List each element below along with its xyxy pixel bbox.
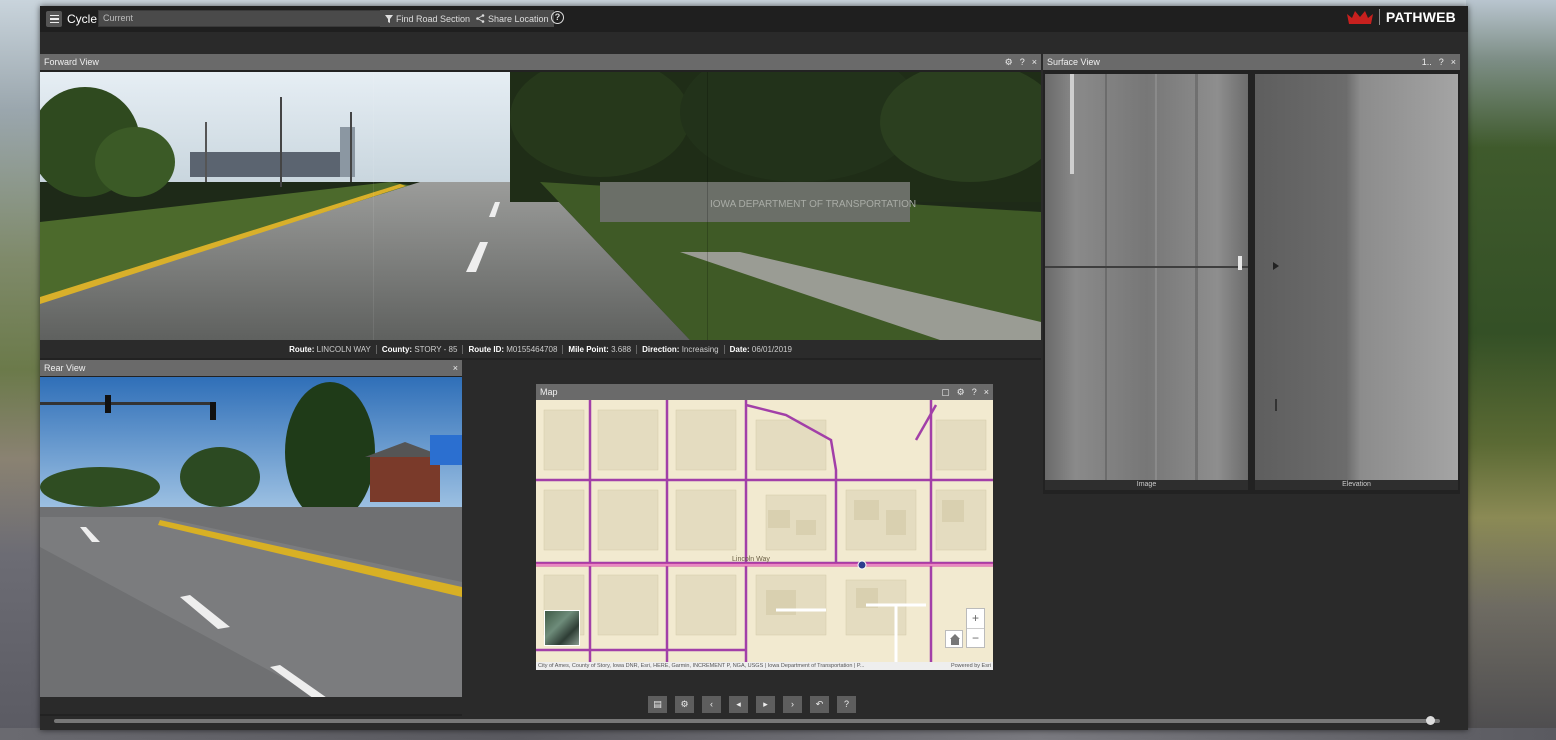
first-button[interactable]: ‹ (702, 696, 721, 713)
share-location-button[interactable]: Share Location (471, 10, 554, 27)
find-road-section-label: Find Road Section (396, 13, 471, 24)
route-value: LINCOLN WAY (316, 344, 371, 354)
prev-button[interactable]: ◂ (729, 696, 748, 713)
find-road-section-button[interactable]: Find Road Section (380, 10, 476, 27)
help-button[interactable]: ? (837, 696, 856, 713)
rear-view-title: Rear View (44, 363, 86, 373)
forward-view-help-icon[interactable]: ? (1020, 57, 1025, 68)
mile-point-label: Mile Point: (568, 344, 609, 354)
current-location-marker[interactable] (857, 560, 867, 570)
surface-view-close-icon[interactable]: × (1451, 57, 1456, 67)
last-button[interactable]: › (783, 696, 802, 713)
settings-button[interactable]: ⚙ (675, 696, 694, 713)
map-panel: Map ▢ ⚙ ? × Lincoln Way + − City of Ames… (536, 384, 993, 670)
forward-view-header: Forward View ⚙ ? × (40, 54, 1041, 70)
county-label: County: (381, 344, 413, 354)
map-attribution-text: City of Ames, County of Story, Iowa DNR,… (538, 663, 865, 669)
rear-view-panel: Rear View × (40, 360, 462, 716)
map-canvas[interactable]: Lincoln Way + − (536, 400, 993, 662)
logo-text: PATHWEB (1385, 9, 1456, 25)
rear-view-close-icon[interactable]: × (453, 363, 458, 373)
pathweb-logo: PATHWEB (1346, 9, 1456, 25)
route-label: Route: (289, 344, 315, 354)
rear-view-header: Rear View × (40, 360, 462, 376)
surface-intensity-image[interactable] (1045, 74, 1248, 480)
surface-view-help-icon[interactable]: ? (1439, 57, 1444, 67)
map-help-icon[interactable]: ? (972, 387, 977, 398)
surface-view-scale-icon[interactable]: 1.. (1422, 57, 1432, 67)
share-location-label: Share Location (488, 13, 549, 24)
date-label: Date: (729, 344, 750, 354)
zoom-in-button[interactable]: + (967, 609, 984, 629)
pavement-elevation-scan (1255, 74, 1458, 480)
map-zoom-control: + − (966, 608, 985, 648)
background-right-scenery (1466, 0, 1556, 740)
map-attribution: City of Ames, County of Story, Iowa DNR,… (536, 662, 993, 670)
surface-view-header: Surface View 1.. ? × (1043, 54, 1460, 70)
logo-divider (1378, 9, 1380, 25)
forward-view-close-icon[interactable]: × (1032, 57, 1037, 68)
route-info: Route: LINCOLN WAY (284, 344, 377, 354)
playback-controls: ▤ ⚙ ‹ ◂ ▸ › ↶ ? (648, 696, 856, 713)
basemap-toggle-thumbnail[interactable] (544, 610, 580, 646)
forward-view-info-bar: Route: LINCOLN WAY County: STORY - 85 Ro… (40, 340, 1041, 358)
crown-logo-icon (1346, 11, 1373, 24)
cycle-select-value: Current (103, 13, 134, 23)
rear-view-image[interactable] (40, 377, 462, 714)
background-left-scenery (0, 0, 42, 740)
zoom-out-button[interactable]: − (967, 629, 984, 648)
surface-elevation-image[interactable] (1255, 74, 1458, 480)
filter-icon (385, 14, 393, 23)
map-home-icon[interactable] (945, 630, 963, 648)
surface-view-panel: Surface View 1.. ? × Image Elevation (1043, 54, 1460, 494)
share-icon (476, 14, 485, 23)
map-settings-icon[interactable]: ⚙ (957, 387, 965, 398)
forward-view-panel: Forward View ⚙ ? × IOWA DEPARTMENT OF TR… (40, 54, 1041, 360)
map-close-icon[interactable]: × (984, 387, 989, 398)
forward-view-image[interactable]: IOWA DEPARTMENT OF TRANSPORTATION (40, 72, 1041, 340)
timeline-slider-thumb[interactable] (1425, 716, 1435, 725)
timeline-slider[interactable] (54, 716, 1440, 725)
powered-by-esri[interactable]: Powered by Esri (950, 662, 991, 670)
surface-image-label: Image (1045, 480, 1248, 490)
cycle-label: Cycle (67, 12, 98, 26)
menu-icon[interactable] (46, 11, 62, 27)
county-value: STORY - 85 (414, 344, 458, 354)
route-id-value: M0155464708 (506, 344, 558, 354)
layers-button[interactable]: ▤ (648, 696, 667, 713)
forward-road-photo: IOWA DEPARTMENT OF TRANSPORTATION (40, 72, 1041, 340)
street-label-lincoln-way: Lincoln Way (732, 556, 770, 563)
date-value: 06/01/2019 (751, 344, 792, 354)
route-id-info: Route ID: M0155464708 (463, 344, 564, 354)
rear-road-photo (40, 377, 462, 714)
county-info: County: STORY - 85 (377, 344, 464, 354)
top-toolbar: Cycle Current Find Road Section Share Lo… (40, 6, 1468, 32)
direction-value: Increasing (681, 344, 719, 354)
help-icon[interactable]: ? (551, 11, 564, 24)
direction-label: Direction: (642, 344, 680, 354)
map-header: Map ▢ ⚙ ? × (536, 384, 993, 400)
mile-point-value: 3.688 (611, 344, 632, 354)
pavement-intensity-scan (1045, 74, 1248, 480)
undo-button[interactable]: ↶ (810, 696, 829, 713)
forward-view-title: Forward View (44, 57, 99, 67)
map-maximize-icon[interactable]: ▢ (941, 387, 950, 398)
forward-view-settings-icon[interactable]: ⚙ (1005, 57, 1013, 68)
surface-elevation-label: Elevation (1255, 480, 1458, 490)
street-map: Lincoln Way (536, 400, 993, 662)
direction-info: Direction: Increasing (637, 344, 725, 354)
cycle-select[interactable]: Current (98, 10, 416, 27)
mile-point-info: Mile Point: 3.688 (563, 344, 638, 354)
route-id-label: Route ID: (468, 344, 505, 354)
map-title: Map (540, 387, 558, 397)
surface-view-title: Surface View (1047, 57, 1100, 67)
dot-sign-text: IOWA DEPARTMENT OF TRANSPORTATION (710, 199, 916, 210)
date-info: Date: 06/01/2019 (725, 345, 797, 354)
next-button[interactable]: ▸ (756, 696, 775, 713)
pathweb-app-window: Cycle Current Find Road Section Share Lo… (40, 6, 1468, 730)
